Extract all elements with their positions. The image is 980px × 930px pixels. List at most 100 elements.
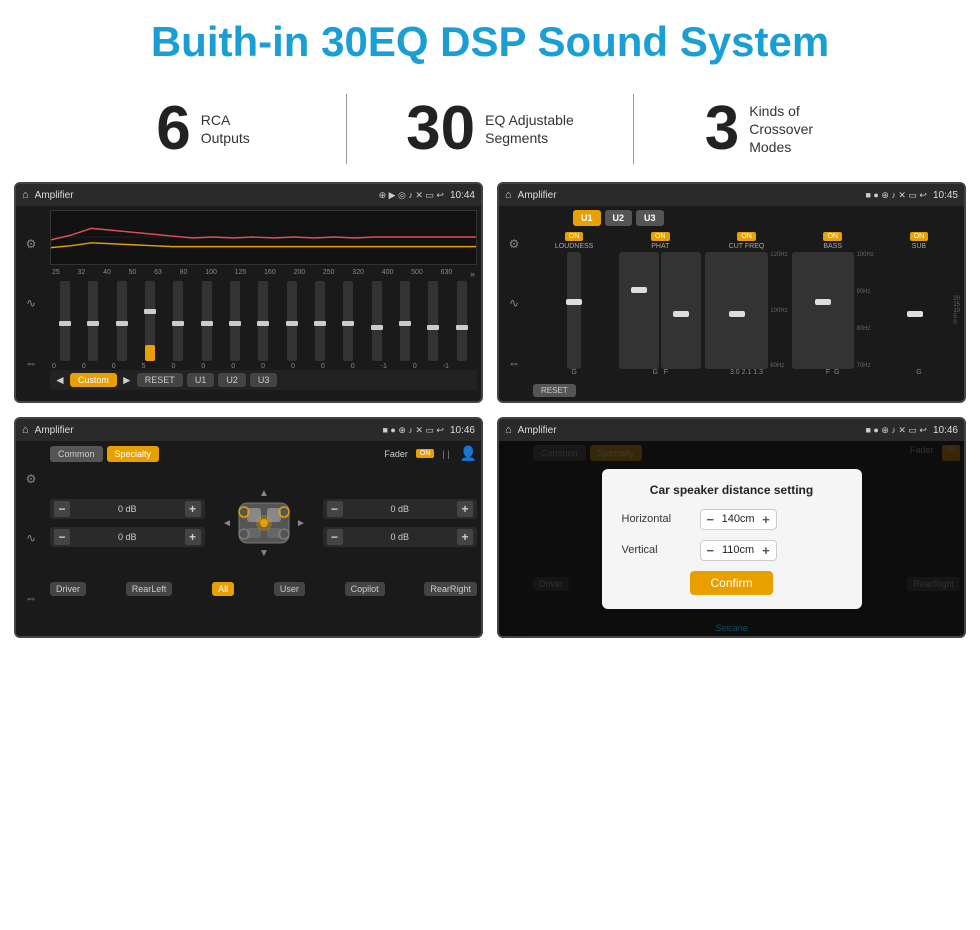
btn-driver[interactable]: Driver bbox=[50, 582, 86, 596]
stat-rca: 6 RCAOutputs bbox=[60, 98, 346, 160]
main-title: Buith-in 30EQ DSP Sound System bbox=[0, 18, 980, 66]
eq-icon-3: ⇔ bbox=[25, 356, 37, 370]
topbar-time-speaker: 10:46 bbox=[450, 425, 475, 436]
slider-14[interactable] bbox=[420, 281, 446, 361]
dialog-title: Car speaker distance setting bbox=[622, 483, 842, 497]
page-header: Buith-in 30EQ DSP Sound System bbox=[0, 0, 980, 76]
slider-13[interactable] bbox=[392, 281, 418, 361]
ctrl-bass: ON BASS 100Hz90Hz80Hz70Hz F G bbox=[792, 232, 874, 376]
slider-15[interactable] bbox=[449, 281, 475, 361]
dialog-vertical-value: 110cm bbox=[718, 544, 758, 556]
phat-slider-g[interactable] bbox=[619, 252, 659, 369]
tab-specialty[interactable]: Specialty bbox=[107, 446, 160, 462]
bass-label: BASS bbox=[823, 243, 842, 250]
eq-sliders bbox=[50, 281, 477, 361]
topbar-dialog: ⌂ Amplifier ■ ● ⊕ ♪ ✕ ▭ ↩ 10:46 bbox=[499, 419, 964, 441]
stat-eq: 30 EQ AdjustableSegments bbox=[347, 98, 633, 160]
amp-main: U1 U2 U3 ON LOUDNESS G bbox=[529, 206, 964, 401]
loudness-slider[interactable] bbox=[567, 252, 581, 369]
btn-copilot[interactable]: Copilot bbox=[345, 582, 385, 596]
topbar-icons-speaker: ■ ● ⊕ ♪ ✕ ▭ ↩ bbox=[382, 425, 444, 436]
db-plus-rl[interactable]: + bbox=[185, 529, 201, 545]
topbar-icons-eq: ⊕ ▶ ◎ ♪ ✕ ▭ ↩ bbox=[379, 190, 444, 201]
tab-common[interactable]: Common bbox=[50, 446, 103, 462]
screen-speaker: ⌂ Amplifier ■ ● ⊕ ♪ ✕ ▭ ↩ 10:46 ⚙ ∿ ⇔ Co… bbox=[14, 417, 483, 638]
db-minus-fr[interactable]: − bbox=[327, 501, 343, 517]
phat-labels: G F bbox=[653, 369, 669, 376]
home-icon-speaker: ⌂ bbox=[22, 424, 29, 436]
channel-u3[interactable]: U3 bbox=[636, 210, 664, 226]
db-control-fr: − 0 dB + bbox=[323, 499, 478, 519]
stat-label-crossover: Kinds ofCrossover Modes bbox=[749, 102, 849, 157]
slider-8[interactable] bbox=[250, 281, 276, 361]
dialog-horizontal-label: Horizontal bbox=[622, 513, 692, 525]
stat-number-rca: 6 bbox=[156, 98, 190, 160]
eq-sidebar: ⚙ ∿ ⇔ bbox=[16, 206, 46, 401]
btn-rearright[interactable]: RearRight bbox=[424, 582, 477, 596]
phat-label: PHAT bbox=[651, 243, 669, 250]
sub-sliders: 20151050 bbox=[878, 252, 960, 369]
confirm-button[interactable]: Confirm bbox=[690, 571, 772, 595]
slider-5[interactable] bbox=[165, 281, 191, 361]
cutfreq-vals: 3.0 2.1 1.3 bbox=[730, 369, 763, 376]
slider-11[interactable] bbox=[335, 281, 361, 361]
topbar-amp: ⌂ Amplifier ■ ● ⊕ ♪ ✕ ▭ ↩ 10:45 bbox=[499, 184, 964, 206]
speaker-layout: − 0 dB + − 0 dB + bbox=[50, 468, 477, 578]
ctrl-loudness: ON LOUDNESS G bbox=[533, 232, 615, 376]
dialog-horizontal-minus[interactable]: − bbox=[707, 512, 715, 527]
slider-1[interactable] bbox=[52, 281, 78, 361]
channel-u2[interactable]: U2 bbox=[605, 210, 633, 226]
cutfreq-sliders: 120Hz100Hz80Hz bbox=[705, 252, 787, 369]
eq-reset-button[interactable]: RESET bbox=[137, 373, 183, 387]
cutfreq-slider-1[interactable] bbox=[705, 252, 768, 369]
home-icon-amp: ⌂ bbox=[505, 189, 512, 201]
amp-reset-button[interactable]: RESET bbox=[533, 384, 576, 397]
db-minus-rl[interactable]: − bbox=[54, 529, 70, 545]
slider-2[interactable] bbox=[80, 281, 106, 361]
slider-3[interactable] bbox=[109, 281, 135, 361]
db-control-rl: − 0 dB + bbox=[50, 527, 205, 547]
btn-user-bl[interactable]: User bbox=[274, 582, 305, 596]
topbar-time-eq: 10:44 bbox=[450, 190, 475, 201]
db-plus-rr[interactable]: + bbox=[457, 529, 473, 545]
dialog-horizontal-input: − 140cm + bbox=[700, 509, 777, 530]
slider-7[interactable] bbox=[222, 281, 248, 361]
db-minus-fl[interactable]: − bbox=[54, 501, 70, 517]
slider-12[interactable] bbox=[364, 281, 390, 361]
topbar-title-amp: Amplifier bbox=[518, 190, 860, 201]
db-value-fr: 0 dB bbox=[346, 504, 455, 514]
eq-content: ⚙ ∿ ⇔ 2532405063 801001 bbox=[16, 206, 481, 401]
dialog-vertical-input: − 110cm + bbox=[700, 540, 777, 561]
slider-4[interactable] bbox=[137, 281, 163, 361]
slider-9[interactable] bbox=[279, 281, 305, 361]
channel-u1[interactable]: U1 bbox=[573, 210, 601, 226]
slider-10[interactable] bbox=[307, 281, 333, 361]
slider-6[interactable] bbox=[194, 281, 220, 361]
db-value-rr: 0 dB bbox=[346, 532, 455, 542]
dialog-vertical-minus[interactable]: − bbox=[707, 543, 715, 558]
eq-next-button[interactable]: ► bbox=[121, 373, 133, 387]
db-minus-rr[interactable]: − bbox=[327, 529, 343, 545]
db-plus-fl[interactable]: + bbox=[185, 501, 201, 517]
stat-number-crossover: 3 bbox=[705, 98, 739, 160]
eq-prev-button[interactable]: ◄ bbox=[54, 373, 66, 387]
topbar-icons-amp: ■ ● ⊕ ♪ ✕ ▭ ↩ bbox=[865, 190, 927, 201]
phat-on-badge: ON bbox=[651, 232, 670, 241]
dialog-vertical-plus[interactable]: + bbox=[762, 543, 770, 558]
eq-u2-button[interactable]: U2 bbox=[218, 373, 246, 387]
bass-sliders: 100Hz90Hz80Hz70Hz bbox=[792, 252, 874, 369]
amp-icon-2: ∿ bbox=[509, 296, 519, 310]
db-plus-fr[interactable]: + bbox=[457, 501, 473, 517]
bass-slider-1[interactable] bbox=[792, 252, 855, 369]
btn-all[interactable]: All bbox=[212, 582, 234, 596]
phat-slider-f[interactable] bbox=[661, 252, 701, 369]
dialog-horizontal-plus[interactable]: + bbox=[762, 512, 770, 527]
fader-controls: | | bbox=[442, 449, 449, 459]
eq-u1-button[interactable]: U1 bbox=[187, 373, 215, 387]
sp-icon-1: ⚙ bbox=[26, 472, 37, 486]
btn-rearleft[interactable]: RearLeft bbox=[126, 582, 173, 596]
amp-reset-area: RESET bbox=[533, 380, 960, 397]
eq-custom-button[interactable]: Custom bbox=[70, 373, 117, 387]
eq-u3-button[interactable]: U3 bbox=[250, 373, 278, 387]
home-icon-dialog: ⌂ bbox=[505, 424, 512, 436]
